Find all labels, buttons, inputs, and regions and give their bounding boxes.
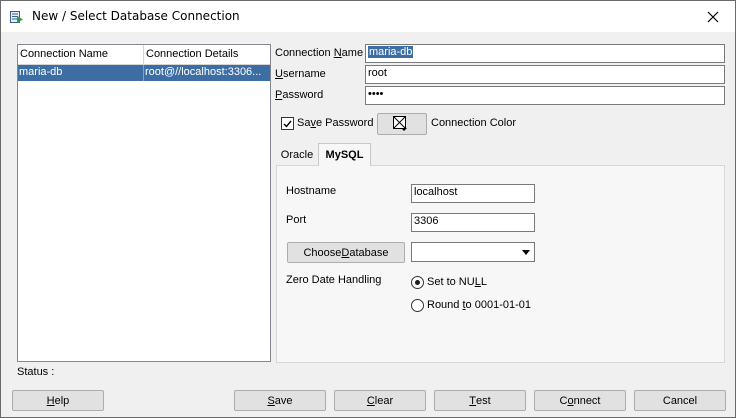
column-divider[interactable]	[143, 45, 144, 65]
username-input[interactable]: root	[365, 65, 725, 84]
hostname-input[interactable]: localhost	[411, 184, 535, 203]
column-header-connection-name[interactable]: Connection Name	[20, 48, 108, 60]
connection-list-header: Connection Name Connection Details	[18, 45, 270, 65]
connection-row[interactable]: maria-db root@//localhost:3306...	[18, 65, 270, 81]
port-input[interactable]: 3306	[411, 213, 535, 232]
connection-list[interactable]: Connection Name Connection Details maria…	[17, 44, 271, 362]
round-to-label[interactable]: Round to 0001-01-01	[427, 299, 531, 311]
password-input[interactable]: ••••	[365, 86, 725, 105]
tab-oracle[interactable]: Oracle	[277, 144, 317, 166]
checkmark-icon	[283, 120, 292, 128]
connection-color-label: Connection Color	[431, 117, 516, 129]
set-to-null-radio[interactable]	[411, 276, 424, 289]
tab-mysql[interactable]: MySQL	[318, 143, 371, 166]
connect-button[interactable]: Co nnect	[534, 390, 626, 411]
choose-database-button[interactable]: Choose Database	[287, 242, 405, 263]
help-button[interactable]: Help	[12, 390, 104, 411]
title-bar: New / Select Database Connection	[1, 1, 735, 32]
chevron-down-icon	[522, 250, 530, 255]
clear-button[interactable]: Clear	[334, 390, 426, 411]
column-divider	[143, 65, 144, 81]
cancel-button[interactable]: Cancel	[634, 390, 726, 411]
connection-color-button[interactable]	[377, 113, 427, 135]
zero-date-handling-label: Zero Date Handling	[286, 274, 382, 286]
save-password-label[interactable]: Save Password	[297, 117, 373, 129]
save-button[interactable]: Save	[234, 390, 326, 411]
username-label: Username	[275, 68, 326, 80]
port-label: Port	[286, 214, 307, 226]
connection-name-label: Connection Name	[275, 47, 364, 59]
column-header-connection-details[interactable]: Connection Details	[146, 48, 238, 60]
save-password-checkbox[interactable]	[281, 117, 294, 130]
database-connection-icon	[10, 11, 23, 23]
round-to-radio[interactable]	[411, 299, 424, 312]
connection-row-name: maria-db	[19, 66, 63, 78]
password-label: Password	[275, 89, 324, 101]
test-button[interactable]: Test	[434, 390, 526, 411]
dialog-window: New / Select Database Connection Connect…	[0, 0, 736, 418]
status-label: Status :	[17, 366, 55, 378]
color-picker-icon	[393, 116, 407, 131]
database-select[interactable]	[411, 242, 535, 262]
connection-name-input[interactable]: maria-db	[365, 44, 725, 63]
close-icon	[707, 11, 719, 22]
close-button[interactable]	[691, 1, 735, 32]
hostname-label: Hostname	[286, 185, 337, 197]
connection-row-details: root@//localhost:3306...	[145, 66, 262, 78]
set-to-null-label[interactable]: Set to NULL	[427, 276, 487, 288]
radio-selected-dot	[415, 280, 420, 285]
window-title: New / Select Database Connection	[32, 9, 240, 23]
